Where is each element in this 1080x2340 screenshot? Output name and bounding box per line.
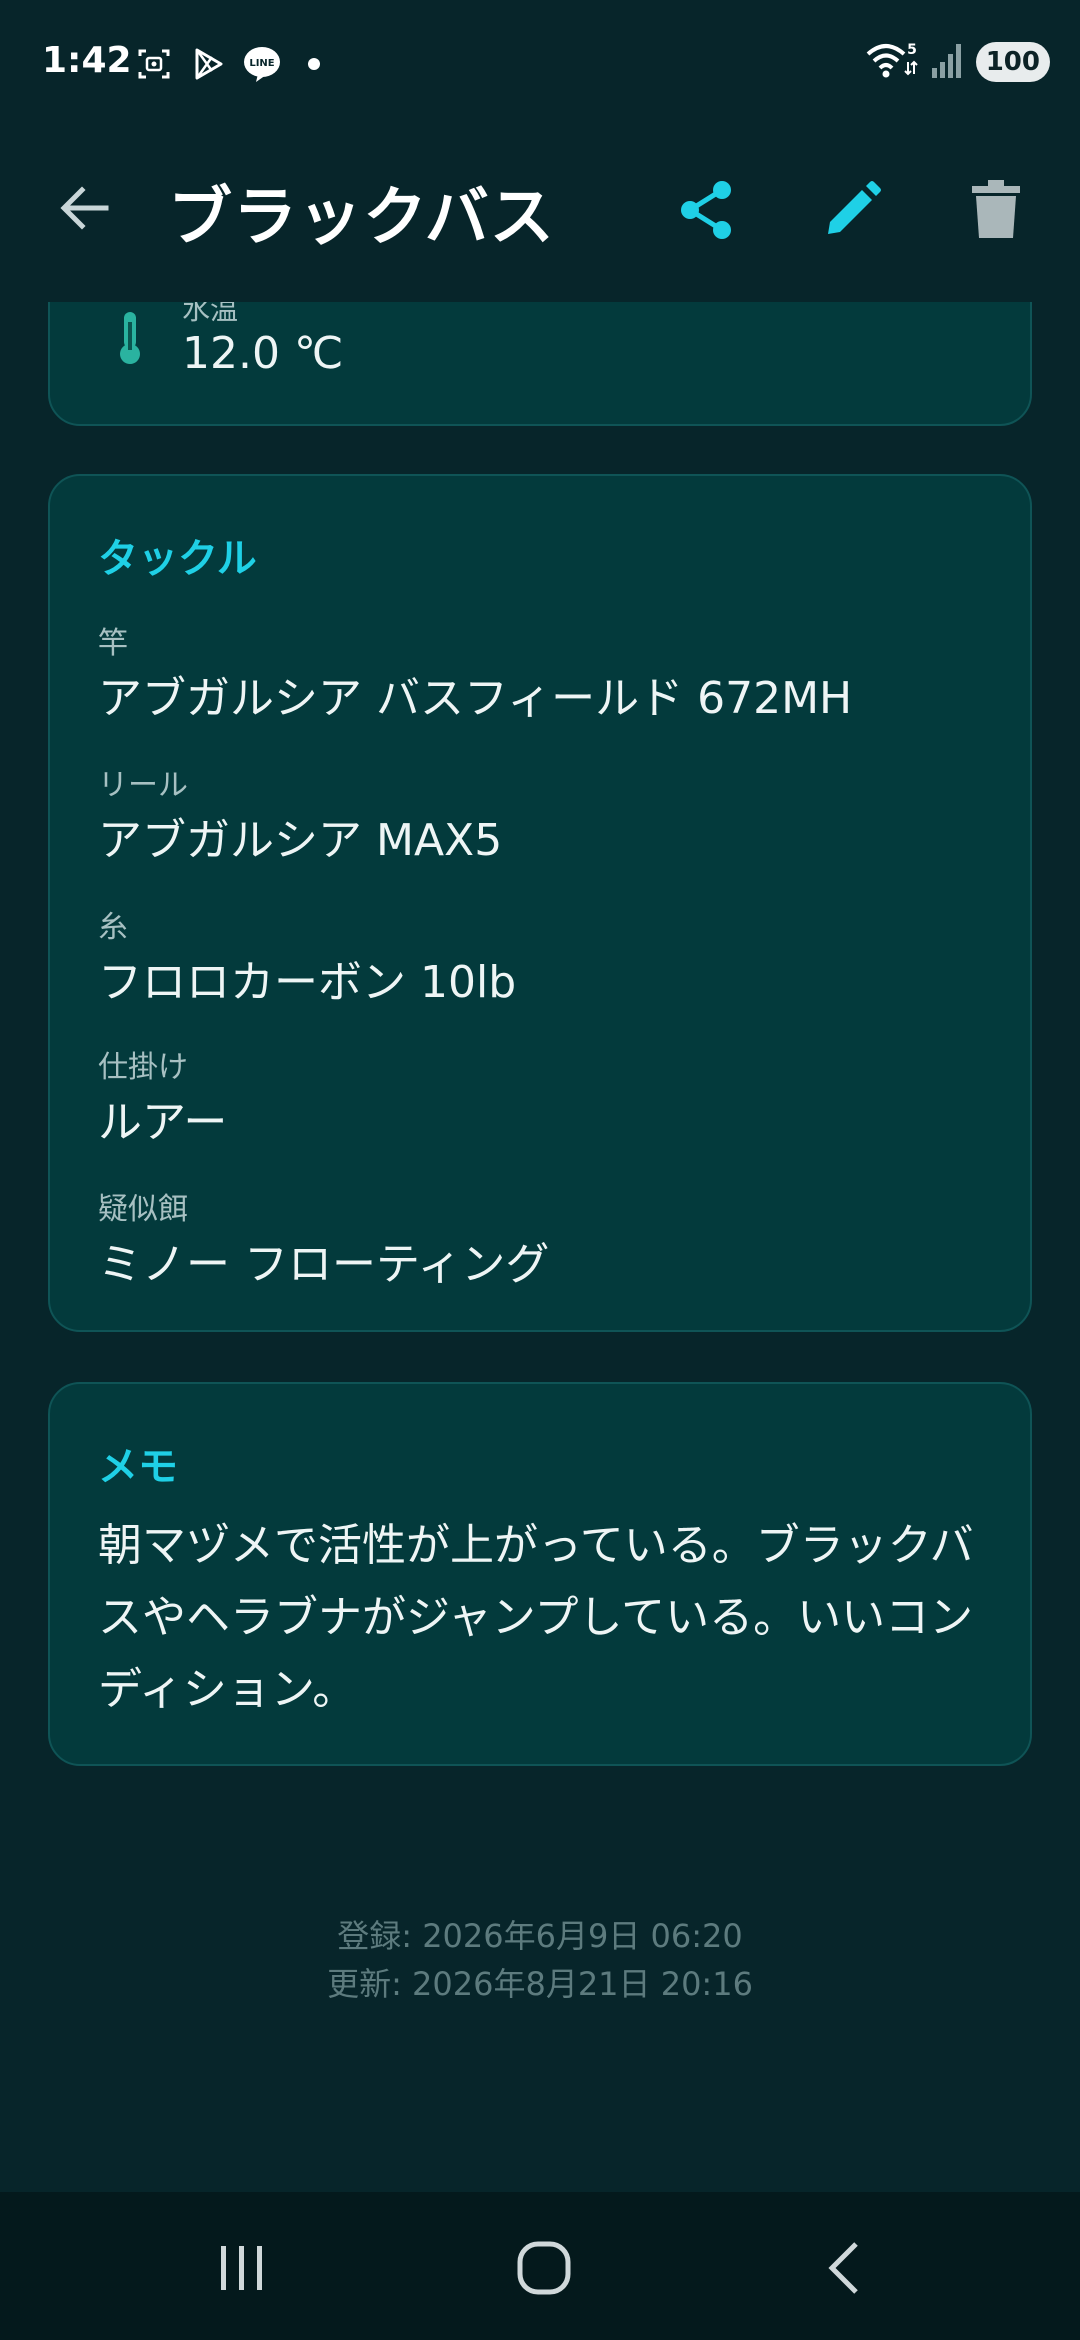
memo-card: メモ 朝マヅメで活性が上がっている。ブラックバスやヘラブナがジャンプしている。い… <box>48 1382 1032 1766</box>
recents-icon <box>221 2246 262 2290</box>
line-label: 糸 <box>98 910 128 945</box>
rig-value: ルアー <box>98 1097 228 1148</box>
nav-back-button[interactable] <box>798 2228 894 2308</box>
tackle-heading: タックル <box>98 536 257 582</box>
rig-label: 仕掛け <box>98 1050 188 1085</box>
wifi-icon: 5 <box>866 40 918 84</box>
share-icon <box>681 181 731 239</box>
battery-indicator: 100 <box>975 42 1050 82</box>
pencil-icon <box>828 181 881 234</box>
navigation-bar <box>0 2192 1080 2340</box>
lure-label: 疑似餌 <box>98 1192 188 1227</box>
lure-value: ミノー フローティング <box>98 1239 550 1290</box>
wifi-badge: 5 <box>907 42 917 58</box>
created-timestamp: 登録: 2026年6月9日 06:20 <box>337 1917 743 1955</box>
reel-label: リール <box>98 768 188 803</box>
screen: 1:42 LINE 5 100 ブラックバス 水温 12.0 ℃ タックル 竿 … <box>0 0 1080 2340</box>
home-button[interactable] <box>496 2228 592 2308</box>
line-app-icon: LINE <box>242 44 282 84</box>
chevron-left-icon <box>828 2242 858 2294</box>
notification-icons: LINE <box>134 44 320 84</box>
recents-button[interactable] <box>194 2228 290 2308</box>
water-temp-label: 水温 <box>182 302 239 326</box>
screenshot-icon <box>134 44 174 84</box>
tackle-card: タックル 竿 アブガルシア バスフィールド 672MH リール アブガルシア M… <box>48 474 1032 1332</box>
updated-timestamp: 更新: 2026年8月21日 20:16 <box>327 1965 753 2003</box>
reel-value: アブガルシア MAX5 <box>98 815 503 866</box>
svg-text:LINE: LINE <box>249 58 274 69</box>
thermometer-icon <box>120 312 140 364</box>
page-title: ブラックバス <box>168 181 555 255</box>
memo-text: 朝マヅメで活性が上がっている。ブラックバスやヘラブナがジャンプしている。いいコン… <box>98 1520 974 1715</box>
status-time: 1:42 <box>42 40 132 81</box>
line-value: フロロカーボン 10lb <box>98 957 517 1008</box>
water-temp-value: 12.0 ℃ <box>182 328 344 379</box>
edit-button[interactable] <box>812 170 892 250</box>
memo-heading: メモ <box>98 1444 178 1490</box>
trash-icon <box>972 180 1020 238</box>
signal-icon <box>930 40 964 84</box>
back-arrow-icon <box>60 186 109 230</box>
status-bar: 1:42 LINE 5 100 <box>0 0 1080 130</box>
timestamps: 登録: 2026年6月9日 06:20 更新: 2026年8月21日 20:16 <box>0 1912 1080 2008</box>
play-store-icon <box>188 44 228 84</box>
detail-content[interactable]: 水温 12.0 ℃ タックル 竿 アブガルシア バスフィールド 672MH リー… <box>0 302 1080 2192</box>
home-icon <box>517 2241 571 2295</box>
back-button[interactable] <box>52 176 116 240</box>
system-icons: 5 100 <box>866 40 1050 84</box>
weather-card: 水温 12.0 ℃ <box>48 302 1032 426</box>
more-notifications-dot <box>308 58 320 70</box>
rod-value: アブガルシア バスフィールド 672MH <box>98 673 853 724</box>
delete-button[interactable] <box>956 170 1036 250</box>
rod-label: 竿 <box>98 626 128 661</box>
share-button[interactable] <box>668 170 748 250</box>
app-bar: ブラックバス <box>0 130 1080 302</box>
